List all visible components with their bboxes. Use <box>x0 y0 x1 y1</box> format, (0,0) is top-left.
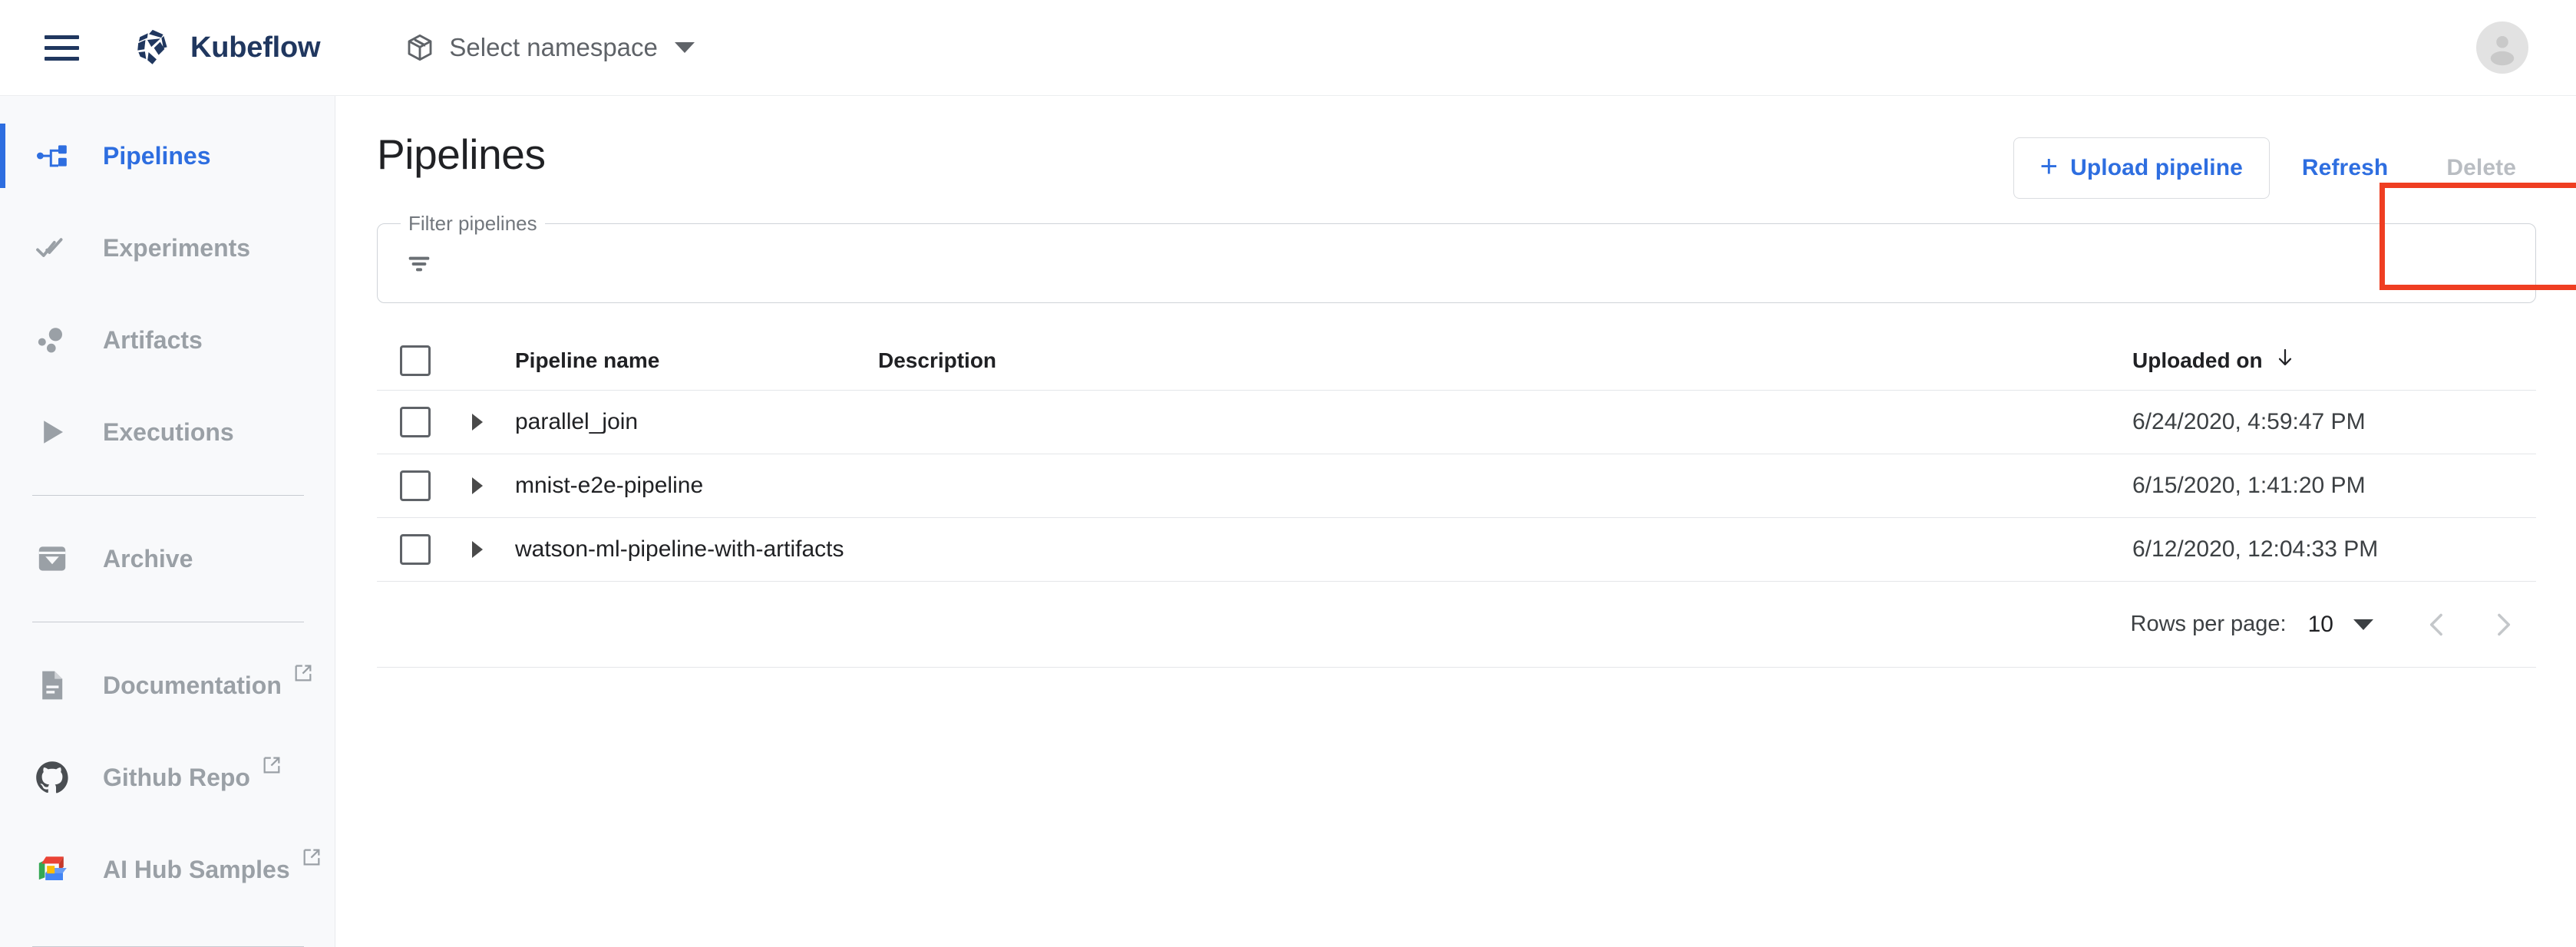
rows-per-page-value[interactable]: 10 <box>2308 612 2333 638</box>
sidebar-item-label: Artifacts <box>103 325 203 354</box>
hamburger-bar <box>44 45 79 50</box>
sidebar-item-label: AI Hub Samples <box>103 855 290 883</box>
external-link-icon <box>261 754 282 776</box>
row-expand-cell <box>451 541 504 558</box>
body: Pipelines Experiments Artifacts Executio… <box>0 95 2576 947</box>
external-link-icon <box>301 846 322 868</box>
bubble-chart-icon <box>31 322 74 358</box>
chevron-right-icon[interactable] <box>472 414 483 431</box>
avatar[interactable] <box>2476 21 2528 74</box>
delete-button[interactable]: Delete <box>2420 137 2542 199</box>
cell-pipeline-name: parallel_join <box>515 409 639 434</box>
table-row[interactable]: watson-ml-pipeline-with-artifacts 6/12/2… <box>377 518 2536 582</box>
chevron-down-icon[interactable] <box>674 42 695 53</box>
play-triangle-icon <box>31 414 74 450</box>
chevron-down-icon[interactable] <box>2353 619 2373 630</box>
row-expand-cell <box>451 414 504 431</box>
chevron-left-icon <box>2429 613 2442 635</box>
sidebar-item-artifacts[interactable]: Artifacts <box>0 294 335 386</box>
filter-pipelines-legend: Filter pipelines <box>401 212 545 235</box>
sidebar-item-label: Documentation <box>103 671 282 699</box>
sidebar: Pipelines Experiments Artifacts Executio… <box>0 96 335 947</box>
filter-pipelines-input[interactable] <box>453 250 2509 276</box>
column-header-uploaded-on[interactable]: Uploaded on <box>2122 346 2536 375</box>
kubeflow-pipelines-app: Kubeflow Select namespace Pipelines Expe… <box>0 0 2576 947</box>
table-row[interactable]: mnist-e2e-pipeline 6/15/2020, 1:41:20 PM <box>377 454 2536 518</box>
sidebar-item-executions[interactable]: Executions <box>0 386 335 478</box>
column-header-uploaded-on-label: Uploaded on <box>2132 348 2263 372</box>
sidebar-item-experiments[interactable]: Experiments <box>0 202 335 294</box>
table-header-row: Pipeline name Description Uploaded on <box>377 331 2536 391</box>
rows-per-page-label: Rows per page: <box>2130 612 2287 636</box>
ai-hub-cubes-icon <box>31 851 74 888</box>
upload-pipeline-label: Upload pipeline <box>2070 155 2243 180</box>
sidebar-item-label: Executions <box>103 417 234 446</box>
row-expand-cell <box>451 477 504 494</box>
double-check-icon <box>31 229 74 266</box>
github-icon <box>31 759 74 796</box>
filter-pipelines-field[interactable]: Filter pipelines <box>377 212 2536 303</box>
select-all-checkbox[interactable] <box>400 345 431 376</box>
row-select-cell <box>377 470 451 501</box>
namespace-selector[interactable]: Select namespace <box>397 25 702 71</box>
main-content: Pipelines + Upload pipeline Refresh Dele… <box>335 96 2576 947</box>
previous-page-button[interactable] <box>2404 592 2470 658</box>
device-hub-icon <box>31 137 74 174</box>
upload-pipeline-button[interactable]: + Upload pipeline <box>2013 137 2270 199</box>
pipelines-table: Pipeline name Description Uploaded on pa… <box>377 331 2536 582</box>
sidebar-item-label: Archive <box>103 544 193 572</box>
cell-uploaded-on: 6/12/2020, 12:04:33 PM <box>2132 536 2379 562</box>
external-link-icon <box>292 662 314 684</box>
row-select-cell <box>377 407 451 437</box>
document-icon <box>31 667 74 704</box>
hamburger-bar <box>44 35 79 39</box>
kubeflow-logo-icon <box>137 29 167 64</box>
next-page-button[interactable] <box>2470 592 2536 658</box>
sidebar-item-pipelines[interactable]: Pipelines <box>0 110 335 202</box>
pagination: Rows per page: 10 <box>377 582 2536 668</box>
cell-uploaded-on: 6/15/2020, 1:41:20 PM <box>2132 473 2366 498</box>
brand-name: Kubeflow <box>190 31 321 64</box>
namespace-label: Select namespace <box>449 33 658 61</box>
sidebar-item-github-repo[interactable]: Github Repo <box>0 731 335 823</box>
column-header-pipeline-name[interactable]: Pipeline name <box>451 348 869 373</box>
top-app-bar: Kubeflow Select namespace <box>0 0 2576 95</box>
column-header-description[interactable]: Description <box>869 348 2122 373</box>
sidebar-item-label: Github Repo <box>103 763 250 791</box>
plus-icon: + <box>2039 150 2059 183</box>
toolbar: + Upload pipeline Refresh Delete <box>2013 113 2542 199</box>
select-all-cell <box>377 345 451 376</box>
cell-pipeline-name: watson-ml-pipeline-with-artifacts <box>515 536 844 562</box>
sidebar-item-ai-hub-samples[interactable]: AI Hub Samples <box>0 823 335 916</box>
account-circle-icon <box>2490 36 2515 66</box>
page-title: Pipelines <box>377 130 546 178</box>
filter-list-icon <box>404 248 434 279</box>
cell-uploaded-on: 6/24/2020, 4:59:47 PM <box>2132 409 2366 434</box>
arrow-down-icon <box>2274 346 2297 375</box>
hamburger-bar <box>44 56 79 61</box>
page-header: Pipelines + Upload pipeline Refresh Dele… <box>369 96 2542 202</box>
brand-logo-link[interactable]: Kubeflow <box>130 25 321 70</box>
sidebar-item-label: Pipelines <box>103 141 211 170</box>
chevron-right-icon[interactable] <box>472 477 483 494</box>
row-checkbox[interactable] <box>400 407 431 437</box>
row-select-cell <box>377 534 451 565</box>
table-row[interactable]: parallel_join 6/24/2020, 4:59:47 PM <box>377 391 2536 454</box>
sidebar-item-label: Experiments <box>103 233 251 262</box>
sidebar-divider <box>32 495 304 496</box>
package-cube-icon <box>408 34 432 61</box>
chevron-right-icon <box>2498 613 2511 635</box>
row-checkbox[interactable] <box>400 534 431 565</box>
archive-box-icon <box>31 540 74 577</box>
sidebar-item-documentation[interactable]: Documentation <box>0 639 335 731</box>
refresh-button[interactable]: Refresh <box>2276 137 2414 199</box>
chevron-right-icon[interactable] <box>472 541 483 558</box>
hamburger-menu-icon[interactable] <box>38 25 84 71</box>
row-checkbox[interactable] <box>400 470 431 501</box>
sidebar-item-archive[interactable]: Archive <box>0 513 335 605</box>
cell-pipeline-name: mnist-e2e-pipeline <box>515 473 704 498</box>
